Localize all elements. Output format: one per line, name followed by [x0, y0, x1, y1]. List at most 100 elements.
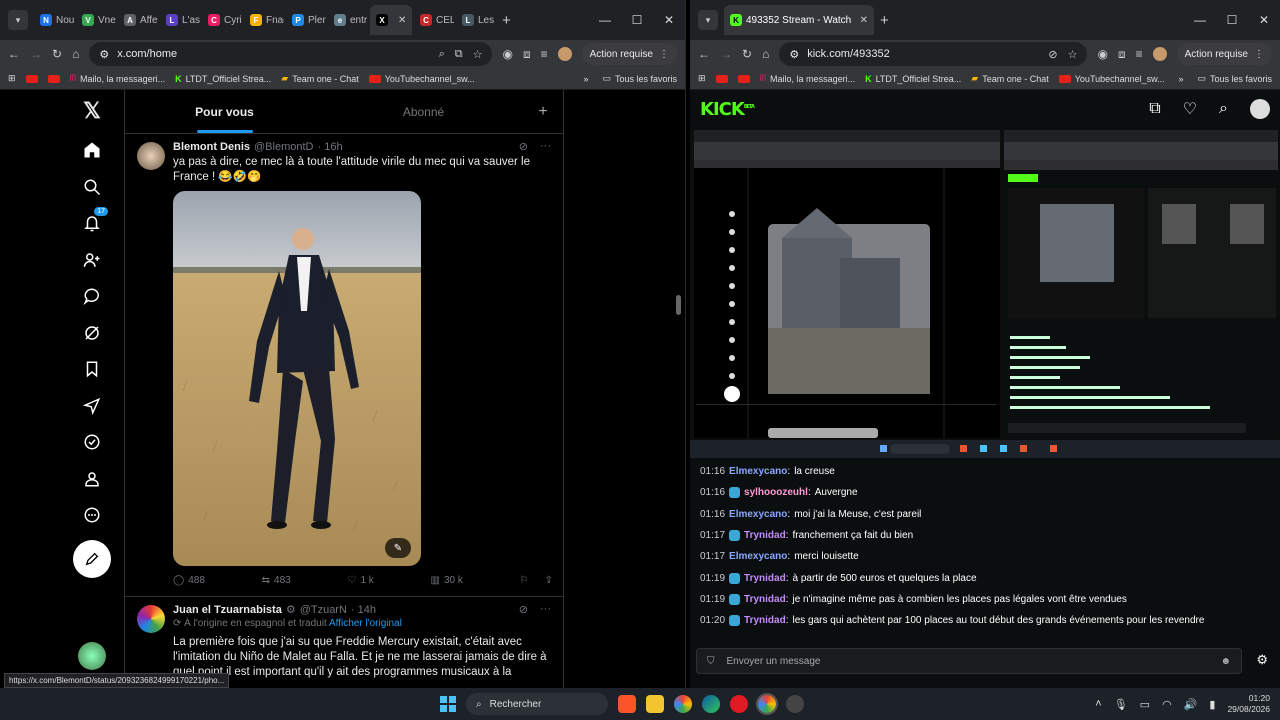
tweet-author-handle[interactable]: @TzuarN — [300, 604, 347, 616]
tweet-more-icon[interactable]: ··· — [540, 140, 551, 153]
install-icon[interactable]: ⧉ — [455, 48, 463, 61]
new-tab-button[interactable]: + — [880, 12, 889, 29]
tab-for-you[interactable]: Pour vous — [125, 90, 324, 133]
account-avatar[interactable] — [78, 642, 106, 670]
minimize-button[interactable]: — — [589, 13, 621, 27]
more-bookmarks-icon[interactable]: » — [583, 74, 588, 84]
profile-avatar[interactable] — [1152, 47, 1167, 61]
chat-username[interactable]: Trynidad — [744, 573, 786, 584]
scrollbar[interactable] — [676, 295, 681, 315]
browser-tab[interactable]: V Vne — [76, 5, 116, 35]
browser-tab[interactable]: C Cyri — [202, 5, 242, 35]
profile-avatar[interactable] — [557, 47, 572, 61]
microphone-icon[interactable]: 🎙 — [1114, 698, 1128, 711]
all-favorites[interactable]: ▭ Tous les favoris — [1197, 73, 1272, 84]
windows-start-icon[interactable] — [440, 696, 456, 712]
tracking-eye-icon[interactable]: ⊘ — [1048, 48, 1057, 61]
follow-user-icon[interactable] — [72, 242, 112, 279]
emoji-icon[interactable]: ☻ — [1220, 656, 1231, 667]
show-hidden-icons[interactable]: ˄ — [1095, 698, 1101, 710]
grok-image-icon[interactable]: ✎ — [385, 538, 411, 558]
new-tab-button[interactable]: + — [502, 12, 511, 29]
browser-tab[interactable]: C CEL — [414, 5, 454, 35]
browser-tab[interactable]: N Nou — [34, 5, 74, 35]
chrome-app-icon[interactable] — [756, 693, 778, 715]
battery-icon[interactable]: ▮ — [1209, 698, 1215, 711]
search-icon[interactable]: ⌕ — [1219, 100, 1228, 118]
profile-icon[interactable] — [72, 461, 112, 498]
stream-video-player[interactable] — [690, 128, 1280, 458]
tweet-author-handle[interactable]: @BlemontD — [254, 141, 313, 153]
extension-icon[interactable]: ◉ — [1097, 47, 1107, 61]
tweet-author-avatar[interactable] — [137, 142, 165, 170]
user-avatar[interactable] — [1250, 99, 1270, 119]
network-icon[interactable]: ◠ — [1162, 698, 1172, 711]
chat-username[interactable]: Trynidad — [744, 615, 786, 626]
chrome-app-icon[interactable] — [674, 695, 692, 713]
views-button[interactable]: ▥ 30 k — [431, 575, 463, 586]
more-bookmarks-icon[interactable]: » — [1178, 74, 1183, 84]
grok-icon[interactable] — [72, 315, 112, 352]
maximize-button[interactable]: ☐ — [621, 13, 653, 27]
browser-tab[interactable]: L L'as — [160, 5, 200, 35]
reply-button[interactable]: ◯ 488 — [173, 575, 205, 586]
home-icon[interactable]: ⌂ — [72, 47, 79, 61]
action-required-button[interactable]: Action requise ⋮ — [1176, 43, 1272, 65]
tab-following[interactable]: Abonné — [324, 90, 523, 133]
chat-username[interactable]: Trynidad — [744, 594, 786, 605]
chat-settings-gear-icon[interactable]: ⚙ — [1256, 652, 1268, 668]
all-favorites[interactable]: ▭ Tous les favoris — [602, 73, 677, 84]
chat-message[interactable]: 01:19 Trynidad: à partir de 500 euros et q… — [700, 573, 977, 584]
tweet-author-name[interactable]: Juan el Tzuarnabista — [173, 604, 282, 616]
bookmark-youtube[interactable]: YouTubechannel_sw... — [1058, 74, 1165, 84]
close-window-button[interactable]: ✕ — [653, 13, 685, 27]
bookmark-star-icon[interactable]: ☆ — [1068, 48, 1078, 61]
home-icon[interactable]: ⌂ — [762, 47, 769, 61]
like-button[interactable]: ♡ 1 k — [347, 575, 373, 586]
chat-message[interactable]: 01:19 Trynidad: je n'imagine même pas à co… — [700, 594, 1127, 605]
action-required-button[interactable]: Action requise ⋮ — [581, 43, 677, 65]
close-tab-icon[interactable]: ✕ — [860, 15, 868, 26]
more-options-icon[interactable] — [72, 497, 112, 534]
tweet-time[interactable]: · 16h — [317, 141, 342, 153]
browser-tab[interactable]: F Fnac — [244, 5, 284, 35]
address-bar[interactable]: ⚙ x.com/home ⌕ ⧉ ☆ — [89, 42, 493, 66]
tweet-author-avatar[interactable] — [137, 605, 165, 633]
verified-icon[interactable] — [72, 424, 112, 461]
tweet-more-icon[interactable]: ··· — [540, 603, 551, 616]
forward-icon[interactable]: → — [720, 47, 732, 61]
chat-message[interactable]: 01:20 Trynidad: les gars qui achètent par … — [700, 615, 1204, 626]
close-tab-icon[interactable]: ✕ — [398, 15, 406, 26]
settings-app-icon[interactable] — [786, 695, 804, 713]
opera-app-icon[interactable] — [730, 695, 748, 713]
chat-username[interactable]: Elmexycano — [729, 551, 787, 562]
bookmark-ltdt[interactable]: K LTDT_Officiel Strea... — [865, 74, 961, 84]
zoom-icon[interactable]: ⌕ — [439, 48, 445, 61]
repost-button[interactable]: ⇆ 483 — [262, 575, 291, 586]
site-info-icon[interactable]: ⚙ — [99, 48, 109, 61]
chat-message[interactable]: 01:17 Elmexycano: merci louisette — [700, 551, 859, 562]
share-icon[interactable]: ⇪ — [545, 575, 553, 586]
taskbar-search[interactable]: ⌕ Rechercher — [466, 693, 608, 715]
home-nav-icon[interactable] — [72, 132, 112, 169]
browse-icon[interactable]: ⧉ — [1149, 100, 1160, 118]
chat-message[interactable]: 01:16 sylhooozeuhl: Auvergne — [700, 487, 858, 498]
chat-username[interactable]: Trynidad — [744, 530, 786, 541]
chat-message[interactable]: 01:16 Elmexycano: moi j'ai la Meuse, c'est… — [700, 509, 921, 520]
tweet[interactable]: Juan el Tzuarnabista ⚙ @TzuarN · 14h ⊘ ··… — [125, 597, 563, 680]
messages-bubble-icon[interactable] — [72, 278, 112, 315]
show-original-link[interactable]: Afficher l'original — [329, 618, 402, 629]
extension-icon[interactable]: ◉ — [502, 47, 512, 61]
compose-post-button[interactable] — [73, 539, 111, 578]
browser-tab[interactable]: L Les — [456, 5, 496, 35]
add-feed-icon[interactable]: + — [523, 90, 563, 133]
chat-username[interactable]: Elmexycano — [729, 509, 787, 520]
media-icon[interactable]: ≡ — [1136, 47, 1143, 61]
apps-grid-icon[interactable]: ⊞ — [8, 73, 16, 84]
bookmark-mailo[interactable]: ᗰ Mailo, la messageri... — [70, 73, 166, 84]
tab-search-button[interactable]: ▾ — [698, 10, 718, 30]
close-window-button[interactable]: ✕ — [1248, 13, 1280, 27]
browser-tab[interactable]: X ✕ — [370, 5, 412, 35]
forward-icon[interactable]: → — [30, 47, 42, 61]
following-heart-icon[interactable]: ♡ — [1183, 99, 1197, 119]
